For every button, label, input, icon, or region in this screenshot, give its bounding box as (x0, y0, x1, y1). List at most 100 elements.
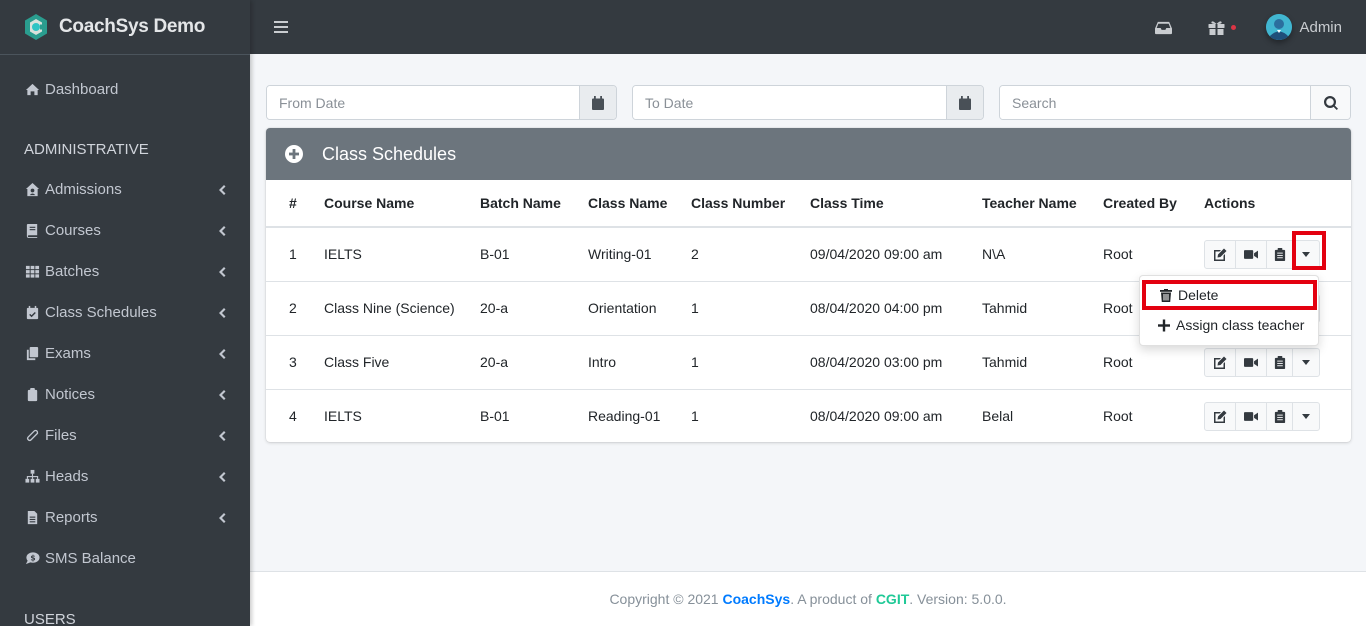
chevron-left-icon (218, 184, 226, 195)
video-button[interactable] (1236, 348, 1267, 376)
table-row: 4 IELTS B-01 Reading-01 1 08/04/2020 09:… (266, 389, 1351, 443)
trash-icon (1160, 288, 1172, 302)
brand-logo-icon (25, 14, 47, 40)
cell-class-time: 08/04/2020 09:00 am (810, 408, 943, 425)
gift-icon[interactable] (1206, 17, 1237, 37)
sidebar-item-reports[interactable]: Reports (0, 497, 250, 538)
sidebar-item-label: Admissions (45, 181, 122, 198)
more-actions-toggle[interactable] (1293, 403, 1319, 430)
calendar-check-icon (24, 305, 40, 321)
attendance-button[interactable] (1267, 402, 1293, 430)
sidebar-item-notices[interactable]: Notices (0, 374, 250, 415)
sidebar-section-users: USERS (24, 610, 76, 626)
topbar: Admin (250, 0, 1366, 54)
chevron-left-icon (218, 225, 226, 236)
actions-dropdown-menu: Delete Assign class teacher (1139, 275, 1319, 346)
search-input[interactable] (1000, 86, 1310, 119)
sidebar-item-heads[interactable]: Heads (0, 456, 250, 497)
sidebar-item-files[interactable]: Files (0, 415, 250, 456)
cell-class-time: 08/04/2020 04:00 pm (810, 281, 982, 336)
attendance-button[interactable] (1267, 240, 1293, 268)
cell-class-number: 1 (691, 335, 810, 390)
sidebar-item-dashboard[interactable]: Dashboard (0, 69, 250, 109)
th-grid-icon (24, 264, 40, 280)
cell-actions (1204, 389, 1351, 443)
sidebar-item-label: Dashboard (45, 80, 119, 98)
caret-down-icon (1302, 413, 1310, 419)
actions-button-group (1204, 347, 1320, 377)
house-user-icon (24, 182, 40, 198)
avatar[interactable] (1266, 14, 1293, 40)
sidebar-item-sms-balance[interactable]: $ SMS Balance (0, 538, 250, 579)
video-button[interactable] (1236, 240, 1267, 268)
svg-text:$: $ (30, 553, 35, 562)
card-title: Class Schedules (322, 143, 457, 164)
edit-button[interactable] (1205, 240, 1236, 268)
column-header: Class Time (810, 180, 982, 228)
sidebar-nav: Dashboard ADMINISTRATIVE Admissions Cour… (0, 55, 250, 626)
sidebar-item-label: Courses (45, 222, 101, 239)
book-icon (24, 223, 40, 239)
chevron-left-icon (218, 307, 226, 318)
brand[interactable]: CoachSys Demo (0, 0, 250, 55)
table-row: 1 IELTS B-01 Writing-01 2 09/04/2020 09:… (266, 227, 1351, 282)
cell-class-name: Reading-01 (588, 408, 661, 425)
cell-number: 2 (266, 281, 324, 336)
user-name[interactable]: Admin (1299, 19, 1342, 36)
caret-down-icon (1302, 359, 1310, 365)
cell-course-name: Class Five (324, 335, 480, 390)
more-actions-toggle[interactable] (1293, 241, 1319, 268)
to-date-calendar-button[interactable] (946, 86, 983, 119)
edit-icon (1214, 248, 1227, 261)
footer-company-link[interactable]: CGIT (876, 591, 909, 607)
edit-icon (1214, 410, 1227, 423)
to-date-group (632, 85, 984, 120)
from-date-calendar-button[interactable] (579, 86, 616, 119)
cell-class-time: 09/04/2020 09:00 am (810, 227, 982, 282)
calendar-icon (592, 95, 604, 110)
plus-icon (1158, 319, 1170, 331)
cell-class-number: 1 (691, 281, 810, 336)
sitemap-icon (24, 469, 40, 485)
add-circle-icon[interactable] (285, 145, 303, 163)
edit-button[interactable] (1205, 402, 1236, 430)
calendar-icon (959, 95, 971, 110)
footer: Copyright © 2021 CoachSys. A product of … (250, 571, 1366, 626)
cell-teacher-name: Tahmid (982, 335, 1103, 390)
cell-number: 4 (289, 408, 297, 425)
more-actions-toggle[interactable] (1293, 349, 1319, 376)
sidebar-item-admissions[interactable]: Admissions (0, 169, 250, 210)
from-date-input[interactable] (267, 86, 579, 119)
search-icon (1323, 95, 1338, 110)
search-button[interactable] (1310, 86, 1350, 119)
menu-toggle-icon[interactable] (274, 21, 288, 33)
to-date-input[interactable] (633, 86, 946, 119)
edit-button[interactable] (1205, 348, 1236, 376)
clipboard-list-icon (1274, 247, 1285, 261)
sidebar-item-class-schedules[interactable]: Class Schedules (0, 292, 250, 333)
column-header: Class Name (588, 180, 691, 228)
column-header: Batch Name (480, 180, 588, 228)
edit-icon (1214, 356, 1227, 369)
dropdown-item-assign-teacher[interactable]: Assign class teacher (1140, 312, 1318, 338)
topbar-right: Admin (1153, 0, 1342, 54)
actions-button-group (1204, 401, 1320, 431)
cell-course-name: IELTS (324, 227, 480, 282)
sidebar-item-label: Batches (45, 263, 100, 280)
cell-number: 3 (266, 335, 324, 390)
video-button[interactable] (1236, 402, 1267, 430)
chevron-left-icon (218, 512, 226, 523)
clipboard-list-icon (1274, 355, 1285, 369)
dropdown-item-delete[interactable]: Delete (1142, 280, 1317, 310)
video-icon (1244, 357, 1258, 367)
sidebar-item-batches[interactable]: Batches (0, 251, 250, 292)
sidebar-item-exams[interactable]: Exams (0, 333, 250, 374)
paperclip-icon (24, 428, 40, 444)
footer-brand-link[interactable]: CoachSys (722, 591, 790, 607)
chevron-left-icon (218, 348, 226, 359)
column-header: Teacher Name (982, 180, 1103, 228)
inbox-icon[interactable] (1153, 17, 1173, 37)
sidebar: CoachSys Demo Dashboard ADMINISTRATIVE A… (0, 0, 250, 626)
sidebar-item-courses[interactable]: Courses (0, 210, 250, 251)
attendance-button[interactable] (1267, 348, 1293, 376)
